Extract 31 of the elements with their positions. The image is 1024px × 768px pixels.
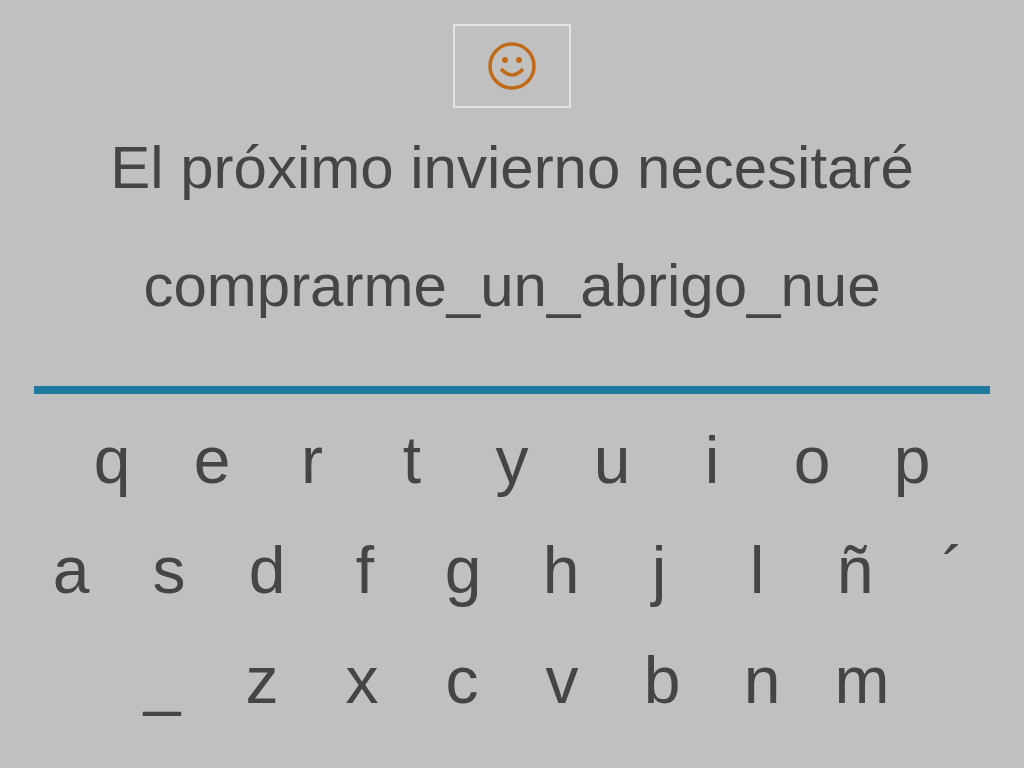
smiley-button[interactable] xyxy=(453,24,571,108)
letter-key[interactable]: u xyxy=(562,422,662,498)
letter-key[interactable]: s xyxy=(120,532,218,608)
letter-key[interactable]: h xyxy=(512,532,610,608)
letter-key[interactable]: b xyxy=(612,642,712,718)
letter-key[interactable]: _ xyxy=(112,642,212,718)
letter-key[interactable]: o xyxy=(762,422,862,498)
letter-key[interactable]: ñ xyxy=(806,532,904,608)
sentence-text: El próximo invierno necesitaré xyxy=(110,138,914,198)
answer-text: comprarme_un_abrigo_nue xyxy=(143,256,881,316)
letter-key[interactable]: e xyxy=(162,422,262,498)
letter-key[interactable]: y xyxy=(462,422,562,498)
smiley-icon xyxy=(487,41,537,91)
letter-key[interactable]: j xyxy=(610,532,708,608)
letter-key[interactable]: q xyxy=(62,422,162,498)
letter-key[interactable]: a xyxy=(22,532,120,608)
letter-key[interactable]: i xyxy=(662,422,762,498)
letter-key[interactable]: l xyxy=(708,532,806,608)
letter-key[interactable]: z xyxy=(212,642,312,718)
letter-key[interactable]: ´ xyxy=(904,532,1002,608)
letter-key[interactable]: n xyxy=(712,642,812,718)
letter-key[interactable]: d xyxy=(218,532,316,608)
letter-key[interactable]: r xyxy=(262,422,362,498)
letter-key[interactable]: c xyxy=(412,642,512,718)
letter-key[interactable]: x xyxy=(312,642,412,718)
letter-key[interactable]: f xyxy=(316,532,414,608)
letter-key[interactable]: g xyxy=(414,532,512,608)
letter-key[interactable]: p xyxy=(862,422,962,498)
letter-key[interactable]: m xyxy=(812,642,912,718)
letter-key[interactable]: v xyxy=(512,642,612,718)
letter-key[interactable]: t xyxy=(362,422,462,498)
